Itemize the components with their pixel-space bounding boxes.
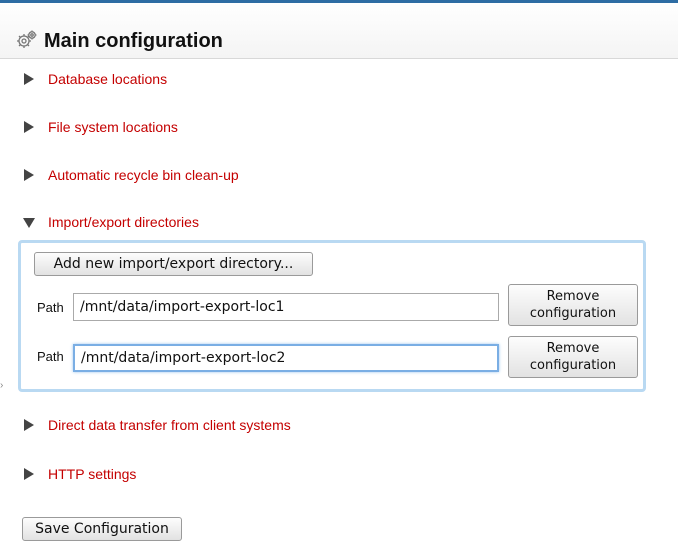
section-label[interactable]: Direct data transfer from client systems — [48, 417, 291, 433]
page-title: Main configuration — [44, 30, 223, 52]
remove-configuration-button-2[interactable]: Remove configuration — [508, 336, 638, 378]
section-label[interactable]: Database locations — [48, 71, 167, 87]
left-edge-marker: › — [0, 380, 4, 391]
path-label: Path — [37, 349, 64, 364]
section-import-export-directories[interactable]: Import/export directories — [22, 211, 199, 233]
path-input-1[interactable] — [73, 293, 499, 321]
section-file-system-locations[interactable]: File system locations — [22, 116, 178, 138]
expand-arrow-icon — [22, 72, 36, 86]
main-configuration-header: Main configuration — [0, 3, 678, 59]
section-recycle-bin-cleanup[interactable]: Automatic recycle bin clean-up — [22, 164, 239, 186]
expand-arrow-icon — [22, 120, 36, 134]
expand-arrow-icon — [22, 467, 36, 481]
remove-button-label: Remove configuration — [529, 289, 617, 321]
remove-configuration-button-1[interactable]: Remove configuration — [508, 284, 638, 326]
section-label[interactable]: HTTP settings — [48, 466, 136, 482]
path-input-2[interactable] — [73, 344, 499, 372]
save-configuration-button[interactable]: Save Configuration — [22, 517, 182, 541]
section-direct-data-transfer[interactable]: Direct data transfer from client systems — [22, 414, 291, 436]
section-http-settings[interactable]: HTTP settings — [22, 463, 136, 485]
section-label[interactable]: Automatic recycle bin clean-up — [48, 167, 239, 183]
section-label[interactable]: File system locations — [48, 119, 178, 135]
import-export-panel: Add new import/export directory... Path … — [18, 240, 646, 392]
add-import-export-directory-button[interactable]: Add new import/export directory... — [34, 252, 313, 276]
expand-arrow-icon — [22, 418, 36, 432]
remove-button-label: Remove configuration — [529, 341, 617, 373]
gear-icon — [17, 30, 37, 48]
path-label: Path — [37, 300, 64, 315]
expand-arrow-icon — [22, 168, 36, 182]
section-label[interactable]: Import/export directories — [48, 214, 199, 230]
collapse-arrow-icon — [22, 215, 36, 229]
section-database-locations[interactable]: Database locations — [22, 68, 167, 90]
